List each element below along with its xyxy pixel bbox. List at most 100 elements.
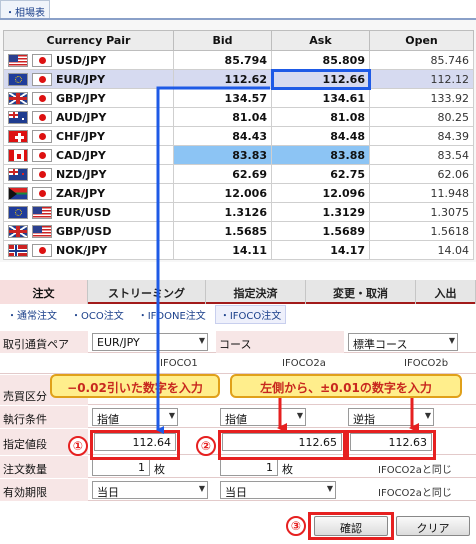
open-cell: 84.39 (369, 126, 474, 146)
flag-jp-icon (32, 110, 52, 124)
quantity-unit-2: 枚 (282, 463, 293, 476)
bid-cell[interactable]: 12.006 (173, 183, 272, 203)
ask-cell[interactable]: 1.3129 (271, 202, 370, 222)
label-pair: 取引通貨ペア (0, 331, 88, 353)
marker-3: ③ (286, 516, 306, 536)
ask-cell[interactable]: 84.48 (271, 126, 370, 146)
chevron-down-icon: ▼ (326, 484, 333, 493)
rates-table: Currency Pair Bid Ask Open USD/JPY 85.794… (3, 30, 474, 260)
chevron-down-icon: ▼ (424, 411, 431, 420)
flag-nz-icon (8, 167, 28, 181)
flag-jp-icon (32, 91, 52, 105)
rate-row-eur-jpy[interactable]: EUR/JPY 112.62 112.66 112.12 (3, 68, 474, 90)
condition-select-2[interactable]: 指値 ▼ (220, 408, 306, 426)
open-cell: 1.3075 (369, 202, 474, 222)
col-header-ask[interactable]: Ask (271, 30, 370, 51)
pair-cell: NOK/JPY (3, 240, 174, 260)
pair-cell: CHF/JPY (3, 126, 174, 146)
rate-row-chf-jpy[interactable]: CHF/JPY 84.43 84.48 84.39 (3, 126, 474, 146)
ask-cell[interactable]: 83.88 (271, 145, 370, 165)
rate-row-nok-jpy[interactable]: NOK/JPY 14.11 14.17 14.04 (3, 240, 474, 260)
chevron-down-icon: ▼ (448, 336, 455, 345)
ask-cell[interactable]: 81.08 (271, 107, 370, 127)
ask-cell[interactable]: 112.66 (270, 68, 371, 90)
flag-eu-icon (8, 72, 28, 86)
col-ifoco1: IFOCO1 (160, 358, 198, 369)
flag-ca-icon (8, 148, 28, 162)
ask-cell[interactable]: 85.809 (271, 50, 370, 70)
rate-row-nzd-jpy[interactable]: NZD/JPY 62.69 62.75 62.06 (3, 164, 474, 184)
highlight-box-price-3 (346, 430, 436, 460)
condition-select-1[interactable]: 指値 ▼ (92, 408, 178, 426)
bid-cell[interactable]: 1.5685 (173, 221, 272, 241)
flag-jp-icon (32, 243, 52, 257)
rate-row-zar-jpy[interactable]: ZAR/JPY 12.006 12.096 11.948 (3, 183, 474, 203)
expiry-value-1: 当日 (97, 486, 119, 499)
rate-row-cad-jpy[interactable]: CAD/JPY 83.83 83.88 83.54 (3, 145, 474, 165)
tab-order[interactable]: 注文 (0, 280, 88, 304)
ask-cell[interactable]: 14.17 (271, 240, 370, 260)
label-expiry: 有効期限 (0, 479, 88, 501)
bid-cell[interactable]: 1.3126 (173, 202, 272, 222)
tab-modify-cancel[interactable]: 変更・取消 (306, 280, 416, 304)
ask-cell[interactable]: 12.096 (271, 183, 370, 203)
rates-window-tab[interactable]: ・相場表 (0, 0, 50, 19)
expiry-select-2[interactable]: 当日 ▼ (220, 481, 336, 499)
col-header-bid[interactable]: Bid (173, 30, 272, 51)
condition-select-3[interactable]: 逆指 ▼ (348, 408, 434, 426)
bid-cell[interactable]: 85.794 (173, 50, 272, 70)
quantity-input-2[interactable]: 1 (220, 458, 278, 476)
ask-cell[interactable]: 134.61 (271, 88, 370, 108)
bid-cell[interactable]: 14.11 (173, 240, 272, 260)
tab-deposit[interactable]: 入出 (416, 280, 476, 304)
subtab-oco[interactable]: ・OCO注文 (66, 305, 129, 324)
subtab-ifoco-label: IFOCO注文 (229, 310, 282, 322)
expiry-select-1[interactable]: 当日 ▼ (92, 481, 208, 499)
rate-row-eur-usd[interactable]: EUR/USD 1.3126 1.3129 1.3075 (3, 202, 474, 222)
ask-cell[interactable]: 62.75 (271, 164, 370, 184)
pair-label: USD/JPY (56, 53, 107, 67)
expiry-value-2: 当日 (225, 486, 247, 499)
rate-row-gbp-jpy[interactable]: GBP/JPY 134.57 134.61 133.92 (3, 88, 474, 108)
subtab-ifoco[interactable]: ・IFOCO注文 (214, 304, 287, 324)
subtab-normal[interactable]: ・通常注文 (2, 305, 62, 324)
pair-select[interactable]: EUR/JPY ▼ (92, 333, 208, 351)
open-cell: 11.948 (369, 183, 474, 203)
flag-jp-icon (32, 53, 52, 67)
flag-ch-icon (8, 129, 28, 143)
bid-cell[interactable]: 134.57 (173, 88, 272, 108)
tab-specified-settlement[interactable]: 指定決済 (206, 280, 306, 304)
subtab-ifdone[interactable]: ・IFDONE注文 (133, 305, 211, 324)
tab-streaming[interactable]: ストリーミング (88, 280, 206, 304)
label-quantity: 注文数量 (0, 456, 88, 478)
pair-label: GBP/JPY (56, 91, 106, 105)
open-cell: 1.5618 (369, 221, 474, 241)
pair-label: CHF/JPY (56, 129, 105, 143)
pair-cell: NZD/JPY (3, 164, 174, 184)
ask-cell[interactable]: 1.5689 (271, 221, 370, 241)
course-select-value: 標準コース (353, 338, 408, 351)
expiry-same-as: IFOCO2aと同じ (378, 488, 452, 499)
open-cell: 133.92 (369, 88, 474, 108)
course-select[interactable]: 標準コース ▼ (348, 333, 458, 351)
bid-cell[interactable]: 81.04 (173, 107, 272, 127)
pair-label: NOK/JPY (56, 243, 108, 257)
bid-cell[interactable]: 83.83 (173, 145, 272, 165)
flag-jp-icon (32, 148, 52, 162)
open-cell: 85.746 (369, 50, 474, 70)
col-header-open[interactable]: Open (369, 30, 474, 51)
rate-row-usd-jpy[interactable]: USD/JPY 85.794 85.809 85.746 (3, 50, 474, 70)
rate-row-aud-jpy[interactable]: AUD/JPY 81.04 81.08 80.25 (3, 107, 474, 127)
quantity-input-1[interactable]: 1 (92, 458, 150, 476)
bid-cell[interactable]: 112.62 (173, 69, 272, 89)
clear-button[interactable]: クリア (396, 516, 470, 536)
rate-row-gbp-usd[interactable]: GBP/USD 1.5685 1.5689 1.5618 (3, 221, 474, 241)
bid-cell[interactable]: 62.69 (173, 164, 272, 184)
flag-no-icon (8, 243, 28, 257)
flag-jp-icon (32, 72, 52, 86)
bid-cell[interactable]: 84.43 (173, 126, 272, 146)
col-header-pair[interactable]: Currency Pair (3, 30, 174, 51)
callout-minus-002: −0.02引いた数字を入力 (50, 374, 220, 398)
flag-eu-icon (8, 205, 28, 219)
pair-label: CAD/JPY (56, 148, 106, 162)
